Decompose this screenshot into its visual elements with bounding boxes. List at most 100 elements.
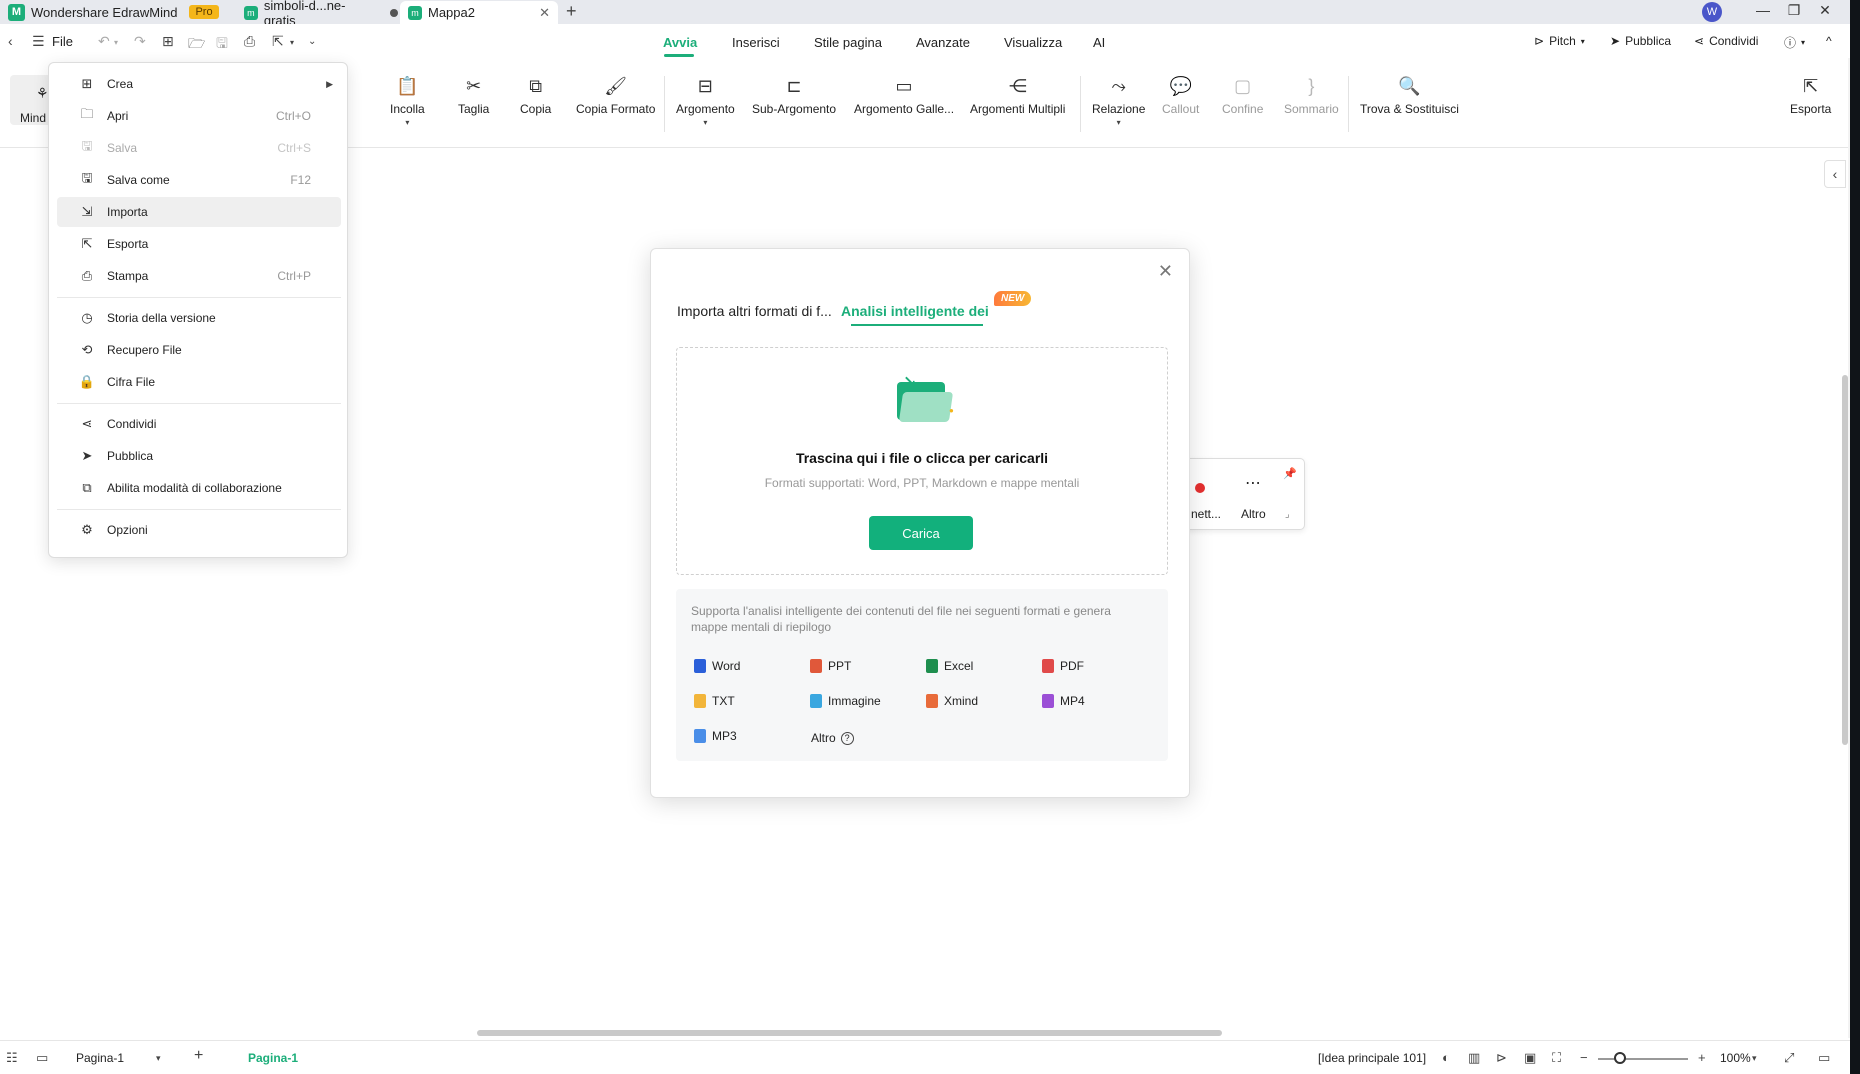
- menu-item-storia-versione[interactable]: ◷ Storia della versione: [57, 303, 341, 333]
- share-button[interactable]: ⋖ Condividi: [1694, 34, 1758, 48]
- collapse-panel-icon[interactable]: ▭: [1818, 1050, 1830, 1066]
- menu-item-apri[interactable]: 🗀 Apri Ctrl+O: [57, 101, 341, 131]
- side-panel-toggle-icon[interactable]: ‹: [1824, 160, 1846, 188]
- focus-icon[interactable]: ⛶: [1552, 1050, 1561, 1066]
- zoom-in-icon[interactable]: +: [1698, 1050, 1706, 1065]
- print-icon[interactable]: ⎙: [244, 33, 255, 50]
- menu-item-pubblica[interactable]: ➤ Pubblica: [57, 441, 341, 471]
- cut-button[interactable]: ✂ Taglia: [458, 76, 489, 116]
- relationship-button[interactable]: ⤳ Relazione ▾: [1092, 76, 1145, 127]
- more-icon[interactable]: ⋯: [1245, 473, 1261, 493]
- zoom-out-icon[interactable]: −: [1580, 1050, 1588, 1065]
- add-page-icon[interactable]: +: [194, 1047, 203, 1065]
- pro-badge[interactable]: Pro: [189, 5, 219, 19]
- menu-item-importa[interactable]: ⇲ Importa: [57, 197, 341, 227]
- format-excel: Excel: [926, 659, 973, 673]
- menu-item-stampa[interactable]: ⎙ Stampa Ctrl+P: [57, 261, 341, 291]
- fullscreen-icon[interactable]: ⤢: [1784, 1050, 1794, 1066]
- redo-icon[interactable]: ↷: [134, 33, 146, 50]
- menu-item-esporta[interactable]: ⇱ Esporta: [57, 229, 341, 259]
- menu-item-opzioni[interactable]: ⚙ Opzioni: [57, 515, 341, 545]
- tab-smart-analysis[interactable]: Analisi intelligente dei file: [841, 303, 991, 319]
- tab-visualizza[interactable]: Visualizza: [1004, 35, 1062, 50]
- more-label[interactable]: Altro: [1241, 507, 1266, 521]
- page-view-icon[interactable]: ▭: [36, 1050, 48, 1066]
- chevron-down-icon[interactable]: ▾: [156, 1053, 161, 1064]
- more-formats-button[interactable]: Altro ?: [811, 731, 854, 745]
- new-tab-icon[interactable]: +: [566, 1, 577, 22]
- menu-item-salva-come[interactable]: 🖫 Salva come F12: [57, 165, 341, 195]
- tab-other-formats[interactable]: Importa altri formati di f...: [677, 303, 832, 319]
- floating-topic-button[interactable]: ▭ Argomento Galle...: [854, 76, 954, 116]
- save-icon[interactable]: 🖫: [216, 33, 228, 57]
- theme-icon[interactable]: ◐: [1442, 1050, 1450, 1065]
- format-painter-button[interactable]: 🖌 Copia Formato: [576, 76, 655, 116]
- publish-button[interactable]: ➤ Pubblica: [1610, 34, 1671, 48]
- callout-button[interactable]: 💬 Callout: [1162, 76, 1199, 116]
- tab-stile-pagina[interactable]: Stile pagina: [814, 35, 882, 50]
- page-selector[interactable]: Pagina-1: [76, 1051, 124, 1065]
- fit-page-icon[interactable]: ▣: [1524, 1050, 1536, 1066]
- page-tab-active[interactable]: Pagina-1: [248, 1051, 298, 1065]
- app-brand[interactable]: M Wondershare EdrawMind Pro: [8, 2, 219, 22]
- toolbar-partial-label[interactable]: nett...: [1191, 507, 1221, 521]
- back-icon[interactable]: ‹: [8, 33, 13, 49]
- menu-item-condividi[interactable]: ⋖ Condividi: [57, 409, 341, 439]
- tab-ai[interactable]: AI: [1093, 35, 1105, 50]
- unsaved-dot-icon[interactable]: [390, 8, 398, 17]
- pitch-button[interactable]: ⊳ Pitch ▾: [1534, 34, 1585, 48]
- file-menu-button[interactable]: File: [52, 34, 73, 49]
- tab-simboli[interactable]: m simboli-d...ne-gratis: [236, 0, 406, 28]
- boundary-button[interactable]: ▢ Confine: [1222, 76, 1263, 116]
- menu-item-recupero-file[interactable]: ⟲ Recupero File: [57, 335, 341, 365]
- open-folder-icon[interactable]: 🗁: [188, 33, 205, 57]
- zoom-slider[interactable]: [1598, 1058, 1688, 1060]
- customize-quickbar-icon[interactable]: ⌄: [308, 36, 316, 47]
- chevron-down-icon[interactable]: ▾: [1752, 1053, 1757, 1064]
- menu-item-cifra-file[interactable]: 🔒 Cifra File: [57, 367, 341, 397]
- restore-icon[interactable]: ❐: [1784, 2, 1804, 19]
- tab-mappa2[interactable]: m Mappa2 ✕: [400, 1, 558, 24]
- record-icon[interactable]: [1195, 483, 1205, 493]
- multiple-topics-button[interactable]: ⋲ Argomenti Multipli: [970, 76, 1065, 116]
- tab-avanzate[interactable]: Avanzate: [916, 35, 970, 50]
- undo-dropdown-icon[interactable]: ▾: [114, 38, 118, 47]
- txt-icon: [694, 694, 706, 708]
- menu-item-crea[interactable]: ⊞ Crea ▶: [57, 69, 341, 99]
- close-tab-icon[interactable]: ✕: [539, 5, 550, 21]
- export-dropdown-icon[interactable]: ▾: [290, 38, 294, 47]
- paste-button[interactable]: 📋 Incolla ▾: [390, 76, 425, 127]
- export-ribbon-button[interactable]: ⇱ Esporta: [1790, 76, 1831, 116]
- subtopic-button[interactable]: ⊏ Sub-Argomento: [752, 76, 836, 116]
- resize-icon[interactable]: ⌟: [1285, 509, 1290, 520]
- copy-button[interactable]: ⧉ Copia: [520, 76, 551, 116]
- export-icon[interactable]: ⇱: [272, 33, 284, 50]
- close-window-icon[interactable]: ✕: [1815, 2, 1835, 19]
- find-replace-button[interactable]: 🔍 Trova & Sostituisci: [1360, 76, 1459, 116]
- minimize-icon[interactable]: —: [1753, 2, 1773, 18]
- horizontal-scrollbar[interactable]: [477, 1030, 1222, 1036]
- avatar[interactable]: W: [1702, 2, 1722, 22]
- image-icon: [810, 694, 822, 708]
- new-file-icon[interactable]: ⊞: [162, 33, 174, 50]
- outline-icon[interactable]: ☷: [6, 1050, 18, 1066]
- collapse-ribbon-icon[interactable]: ^: [1826, 34, 1832, 48]
- menu-item-salva[interactable]: 🖫 Salva Ctrl+S: [57, 133, 341, 163]
- help-button[interactable]: ⓘ ▾: [1784, 34, 1805, 51]
- book-view-icon[interactable]: ▥: [1468, 1050, 1480, 1066]
- close-icon[interactable]: ✕: [1158, 261, 1173, 282]
- file-drop-zone[interactable]: ↘ ● Trascina qui i file o clicca per car…: [676, 347, 1168, 575]
- upload-button[interactable]: Carica: [869, 516, 973, 550]
- topic-button[interactable]: ⊟ Argomento ▾: [676, 76, 735, 127]
- zoom-level[interactable]: 100%: [1720, 1051, 1751, 1065]
- zoom-slider-handle[interactable]: [1614, 1052, 1626, 1064]
- vertical-scrollbar[interactable]: [1842, 375, 1848, 745]
- summary-button[interactable]: } Sommario: [1284, 76, 1339, 116]
- hamburger-icon[interactable]: ☰: [32, 33, 45, 50]
- tab-inserisci[interactable]: Inserisci: [732, 35, 780, 50]
- tab-avvia[interactable]: Avvia: [663, 35, 697, 50]
- menu-item-collaborazione[interactable]: ⧉ Abilita modalità di collaborazione: [57, 473, 341, 503]
- pin-icon[interactable]: 📌: [1283, 467, 1297, 480]
- undo-icon[interactable]: ↶: [98, 33, 110, 50]
- play-icon[interactable]: ⊳: [1496, 1050, 1507, 1066]
